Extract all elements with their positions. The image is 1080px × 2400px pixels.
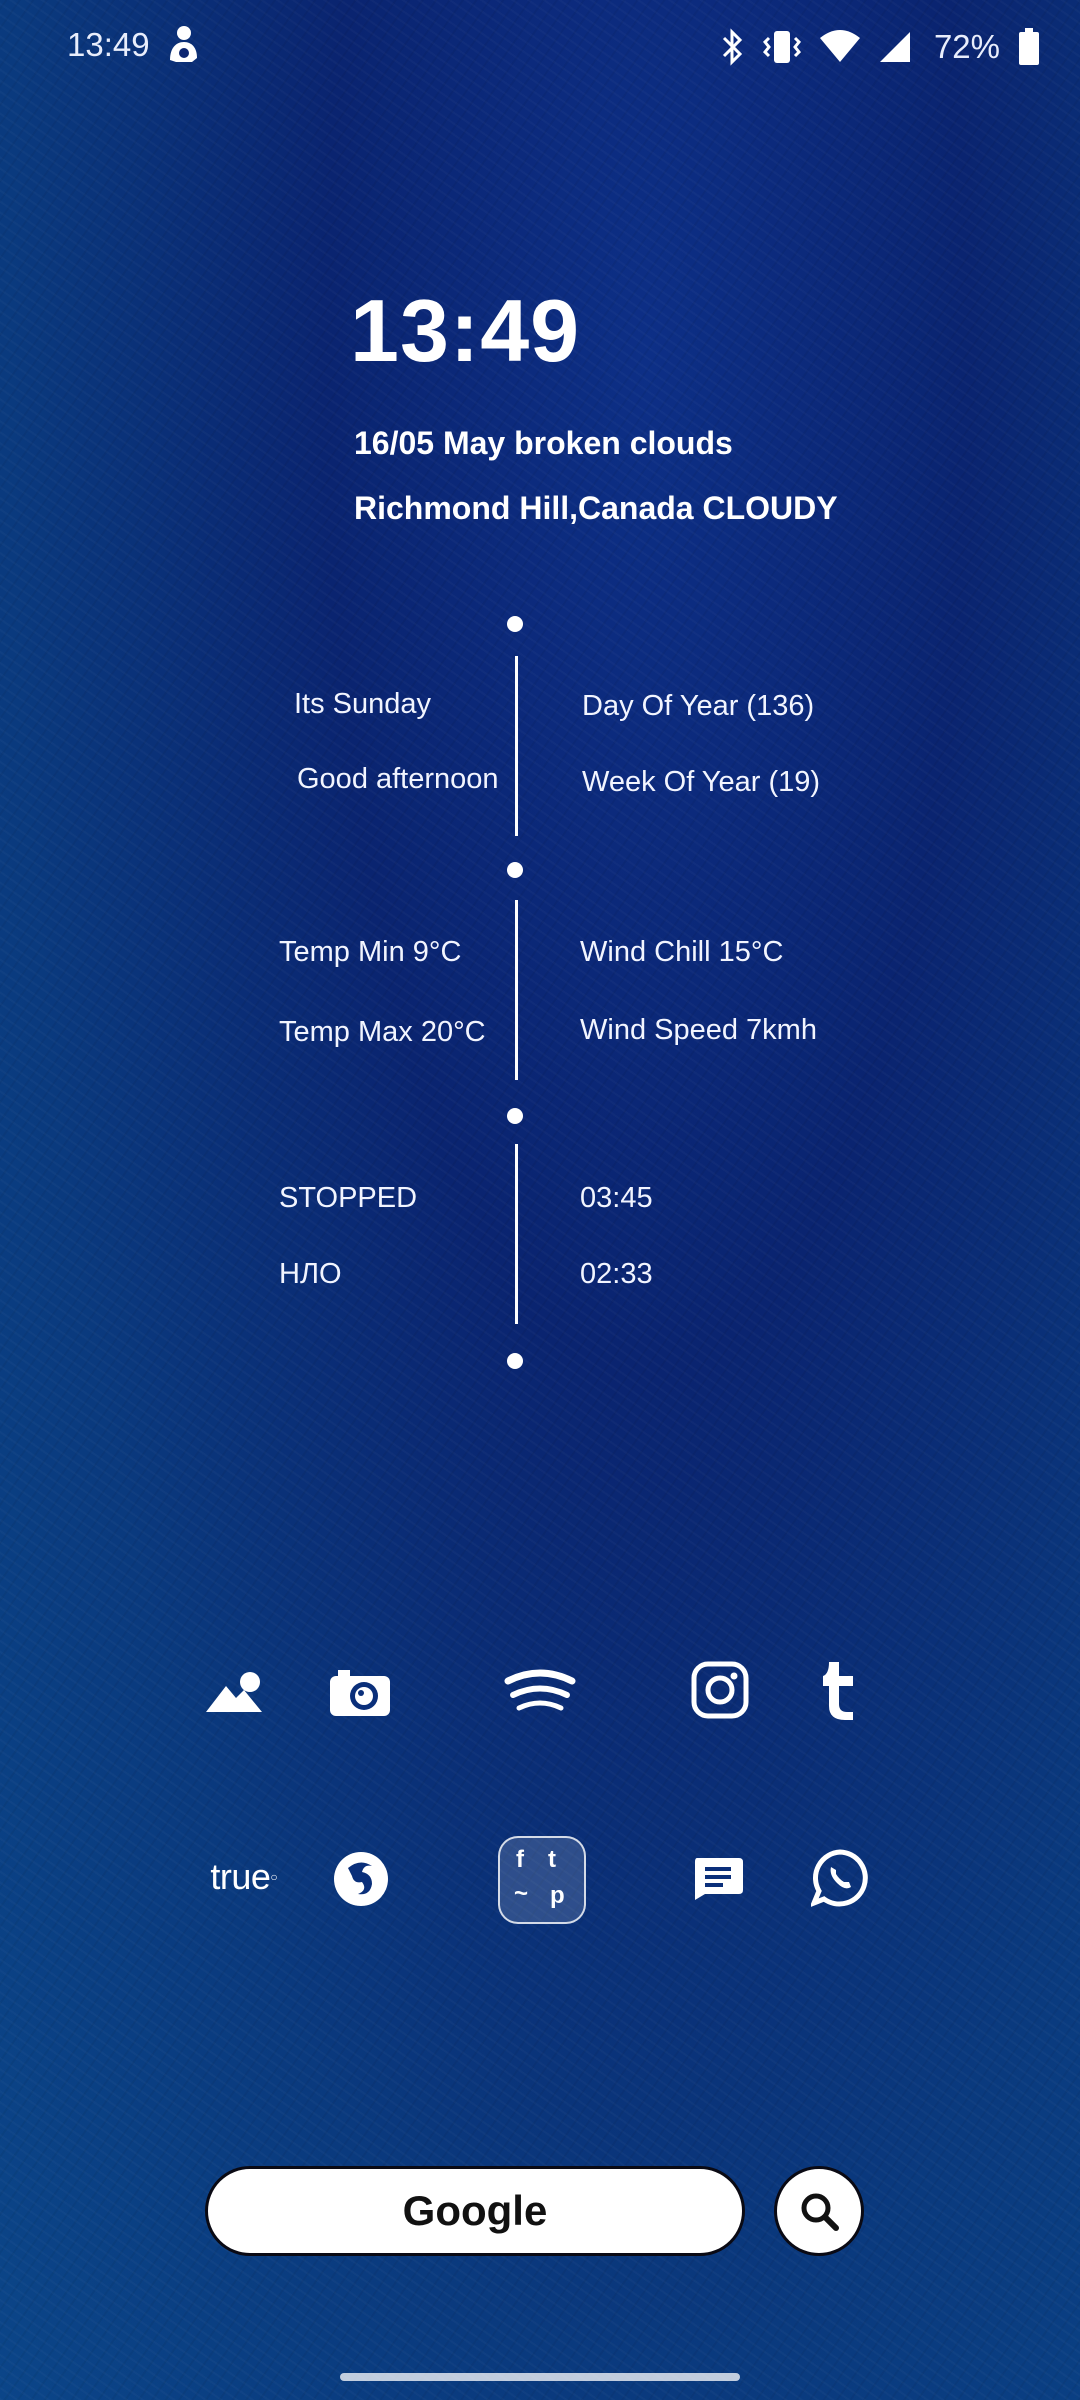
tumblr-icon[interactable]	[814, 1658, 864, 1724]
pinterest-icon: p	[550, 1882, 565, 1909]
instagram-icon[interactable]	[690, 1660, 750, 1720]
signal-icon	[879, 32, 910, 62]
camera-icon[interactable]	[328, 1660, 392, 1724]
battery-percent: 72%	[933, 28, 1000, 65]
status-time: 13:49	[67, 26, 150, 63]
gesture-handle[interactable]	[340, 2373, 740, 2381]
divider-dot	[507, 1108, 523, 1124]
google-search-label: Google	[402, 2187, 548, 2234]
wind-speed-text: Wind Speed 7kmh	[580, 1014, 817, 1046]
temp-min-text: Temp Min 9°C	[279, 936, 462, 968]
divider-line	[515, 900, 518, 1080]
wifi-icon	[819, 30, 860, 62]
day-of-year-text: Day Of Year (136)	[582, 690, 815, 722]
truecaller-label: true	[210, 1856, 271, 1897]
status-bar: 13:49 72%	[0, 0, 1080, 92]
media-position-text: 03:45	[580, 1182, 653, 1214]
gallery-icon[interactable]	[204, 1660, 268, 1724]
facebook-icon: f	[516, 1846, 524, 1873]
twitter-icon: t	[548, 1846, 556, 1873]
divider-line	[515, 656, 518, 836]
media-status-text[interactable]: STOPPED	[279, 1182, 417, 1215]
whatsapp-icon[interactable]	[810, 1848, 870, 1908]
social-folder[interactable]: f t ~ p	[498, 1836, 586, 1924]
bluetooth-icon	[722, 28, 743, 66]
date-weather-text: 16/05 May broken clouds	[354, 425, 733, 461]
wind-chill-text: Wind Chill 15°C	[580, 936, 784, 968]
temp-max-text: Temp Max 20°C	[279, 1016, 486, 1048]
media-duration-text: 02:33	[580, 1258, 653, 1290]
firefox-icon[interactable]	[330, 1848, 392, 1910]
day-name-text: Its Sunday	[294, 688, 432, 720]
assistant-icon	[164, 24, 202, 66]
location-condition-text: Richmond Hill,Canada CLOUDY	[354, 490, 838, 526]
spotify-icon[interactable]	[504, 1664, 576, 1720]
messages-icon[interactable]	[690, 1852, 746, 1904]
media-title-text[interactable]: НЛО	[279, 1258, 342, 1291]
vibrate-icon	[762, 31, 801, 63]
clock-time[interactable]: 13:49	[350, 280, 580, 382]
divider-dot	[507, 616, 523, 632]
search-button[interactable]	[774, 2166, 864, 2256]
week-of-year-text: Week Of Year (19)	[582, 766, 821, 798]
divider-dot	[507, 1353, 523, 1369]
search-icon	[801, 2193, 839, 2231]
divider-dot	[507, 862, 523, 878]
greeting-text: Good afternoon	[297, 763, 499, 795]
battery-icon	[1019, 28, 1039, 65]
truecaller-icon[interactable]: true ○	[204, 1852, 284, 1902]
divider-line	[515, 1144, 518, 1324]
messenger-icon: ~	[514, 1880, 529, 1907]
google-search-bar[interactable]: Google	[205, 2166, 745, 2256]
